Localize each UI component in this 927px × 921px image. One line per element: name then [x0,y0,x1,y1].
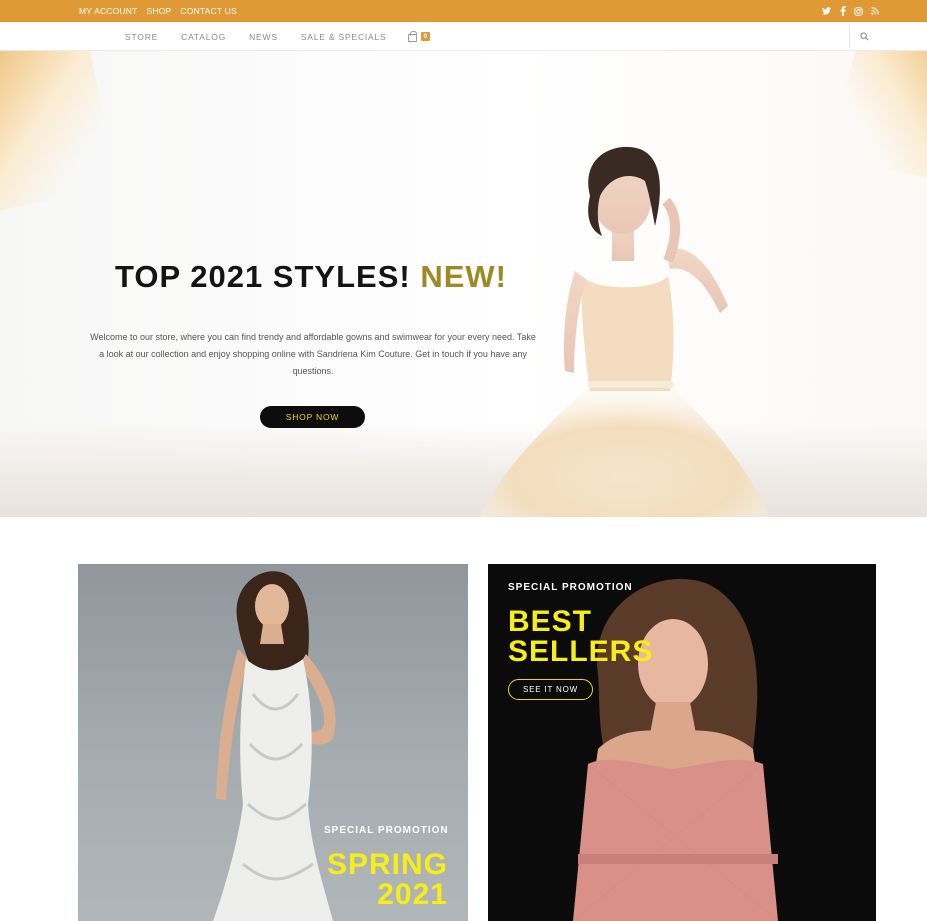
cart-button[interactable]: 0 [407,30,431,42]
promo-title-line-1: BEST [508,605,593,638]
promo-title-line-1: SPRING [326,848,448,881]
promo-label-spring: SPECIAL PROMOTION [324,825,449,836]
promo-title-best-sellers: BEST SELLERS [508,607,653,667]
shopping-bag-icon [407,30,417,42]
twitter-icon[interactable] [822,7,831,16]
nav-item-store[interactable]: STORE [125,32,158,42]
promo-card-spring[interactable]: SPECIAL PROMOTION SPRING 2021 [78,564,468,921]
top-links: MY ACCOUNT SHOP CONTACT US [79,0,237,22]
shop-now-button[interactable]: SHOP NOW [260,406,365,428]
search-button[interactable] [849,25,879,48]
curtain-decoration-right [829,51,927,184]
promo-title-spring: SPRING 2021 [327,850,448,910]
nav-item-sale-specials[interactable]: SALE & SPECIALS [301,32,387,42]
hero-model-image [480,146,770,517]
contact-us-link[interactable]: CONTACT US [180,6,236,16]
promo-label-best-sellers: SPECIAL PROMOTION [508,582,633,593]
search-icon [860,32,869,41]
main-nav: STORE CATALOG NEWS SALE & SPECIALS 0 [0,22,927,51]
hero-title-accent: NEW! [420,259,507,294]
hero-title-main: TOP 2021 STYLES! [115,259,421,294]
my-account-link[interactable]: MY ACCOUNT [79,6,138,16]
social-links [822,0,879,22]
hero-banner: TOP 2021 STYLES! NEW! Welcome to our sto… [0,51,927,517]
nav-item-news[interactable]: NEWS [249,32,278,42]
curtain-decoration-left [0,51,119,213]
facebook-icon[interactable] [838,6,847,16]
see-it-now-button[interactable]: SEE IT NOW [508,679,593,700]
nav-item-catalog[interactable]: CATALOG [181,32,226,42]
top-bar: MY ACCOUNT SHOP CONTACT US [0,0,927,22]
nav-menu: STORE CATALOG NEWS SALE & SPECIALS 0 [125,22,431,51]
shop-link[interactable]: SHOP [147,6,172,16]
hero-description: Welcome to our store, where you can find… [90,332,536,376]
promo-title-line-2: 2021 [377,878,448,911]
instagram-icon[interactable] [854,6,863,16]
promo-card-best-sellers[interactable]: SPECIAL PROMOTION BEST SELLERS SEE IT NO… [488,564,876,921]
promo-title-line-2: SELLERS [508,635,654,668]
rss-icon[interactable] [870,7,879,16]
hero-title: TOP 2021 STYLES! NEW! [0,259,622,295]
cart-count-badge: 0 [420,32,431,41]
